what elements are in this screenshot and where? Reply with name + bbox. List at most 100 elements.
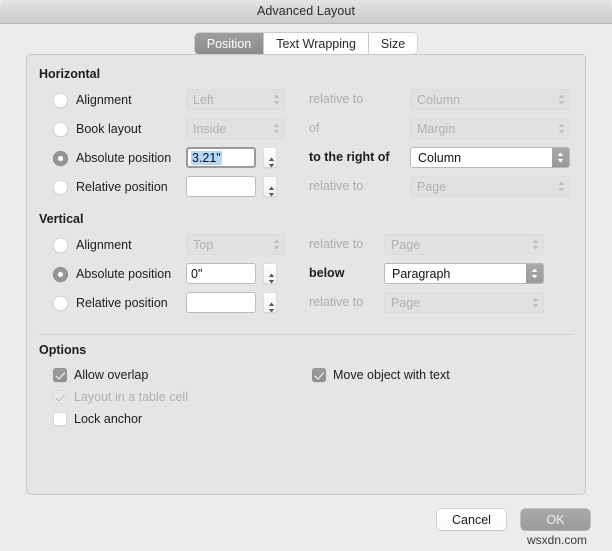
radio-horizontal-alignment-label: Alignment bbox=[76, 93, 132, 107]
horizontal-absolute-position-reference-combo[interactable]: Column bbox=[410, 147, 570, 168]
checkbox-layout-in-table-cell-label: Layout in a table cell bbox=[74, 390, 188, 404]
vertical-row-absolute-position: Absolute position bbox=[53, 263, 171, 285]
radio-vertical-relative-position[interactable] bbox=[53, 295, 68, 311]
horizontal-row-alignment: Alignment bbox=[53, 89, 132, 111]
cancel-button[interactable]: Cancel bbox=[437, 509, 506, 530]
checkbox-row-allow-overlap[interactable]: Allow overlap bbox=[53, 365, 148, 385]
horizontal-book-layout-combo-value: Inside bbox=[193, 121, 227, 136]
radio-horizontal-book-layout[interactable] bbox=[53, 121, 68, 137]
checkbox-move-object-with-text-label: Move object with text bbox=[333, 368, 450, 382]
horizontal-relative-position-reference-combo[interactable]: Page bbox=[410, 176, 570, 197]
vertical-absolute-position-reference-combo[interactable]: Paragraph bbox=[384, 263, 544, 284]
horizontal-relative-position-input[interactable] bbox=[186, 176, 256, 197]
chevron-updown-icon bbox=[553, 119, 570, 138]
vertical-alignment-relation-label: relative to bbox=[309, 237, 364, 251]
vertical-absolute-position-relation-label: below bbox=[309, 266, 345, 280]
horizontal-alignment-combo-value: Left bbox=[193, 92, 214, 107]
vertical-relative-position-relation-label: relative to bbox=[309, 295, 364, 309]
horizontal-absolute-position-relation-label: to the right of bbox=[309, 150, 390, 164]
horizontal-book-layout-reference-combo[interactable]: Margin bbox=[410, 118, 570, 139]
vertical-alignment-reference-value: Page bbox=[391, 237, 421, 252]
checkbox-row-lock-anchor[interactable]: Lock anchor bbox=[53, 409, 142, 429]
radio-horizontal-alignment[interactable] bbox=[53, 92, 68, 108]
radio-vertical-relative-position-label: Relative position bbox=[76, 296, 168, 310]
vertical-absolute-position-reference-value: Paragraph bbox=[392, 266, 451, 281]
checkbox-lock-anchor[interactable] bbox=[53, 412, 67, 426]
tab-bar: Position Text Wrapping Size bbox=[0, 33, 612, 55]
chevron-updown-icon bbox=[268, 235, 285, 254]
horizontal-alignment-reference-combo[interactable]: Column bbox=[410, 89, 570, 110]
vertical-absolute-position-input[interactable]: 0" bbox=[186, 263, 256, 284]
chevron-updown-icon bbox=[267, 156, 274, 167]
window-title: Advanced Layout bbox=[256, 4, 356, 18]
vertical-alignment-combo[interactable]: Top bbox=[186, 234, 285, 255]
chevron-updown-icon bbox=[267, 301, 274, 312]
horizontal-book-layout-reference-value: Margin bbox=[417, 121, 456, 136]
radio-horizontal-relative-position[interactable] bbox=[53, 179, 68, 195]
vertical-alignment-reference-combo[interactable]: Page bbox=[384, 234, 544, 255]
position-tab-panel: Horizontal Alignment Left relative to Co… bbox=[26, 54, 586, 495]
options-group-title: Options bbox=[39, 343, 87, 357]
horizontal-alignment-relation-label: relative to bbox=[309, 92, 364, 106]
checkbox-row-layout-in-table-cell: Layout in a table cell bbox=[53, 387, 188, 407]
tab-text-wrapping[interactable]: Text Wrapping bbox=[264, 33, 369, 54]
radio-vertical-absolute-position-label: Absolute position bbox=[76, 267, 172, 281]
chevron-updown-icon bbox=[267, 272, 274, 283]
chevron-updown-icon bbox=[527, 235, 544, 254]
vertical-relative-position-stepper[interactable] bbox=[263, 292, 277, 313]
tab-position[interactable]: Position bbox=[194, 33, 265, 54]
checkbox-row-move-object-with-text[interactable]: Move object with text bbox=[312, 365, 450, 385]
vertical-relative-position-reference-value: Page bbox=[391, 295, 421, 310]
horizontal-absolute-position-value: 3.21" bbox=[191, 150, 222, 165]
vertical-row-alignment: Alignment bbox=[53, 234, 132, 256]
horizontal-book-layout-combo[interactable]: Inside bbox=[186, 118, 285, 139]
horizontal-row-book-layout: Book layout bbox=[53, 118, 141, 140]
radio-vertical-alignment-label: Alignment bbox=[76, 238, 132, 252]
chevron-updown-icon bbox=[552, 148, 569, 167]
chevron-updown-icon bbox=[553, 177, 570, 196]
checkbox-lock-anchor-label: Lock anchor bbox=[74, 412, 143, 426]
horizontal-absolute-position-stepper[interactable] bbox=[263, 147, 277, 168]
horizontal-absolute-position-input[interactable]: 3.21" bbox=[186, 147, 256, 168]
vertical-relative-position-input[interactable] bbox=[186, 292, 256, 313]
options-divider bbox=[39, 334, 574, 335]
chevron-updown-icon bbox=[553, 90, 570, 109]
chevron-updown-icon bbox=[267, 185, 274, 196]
vertical-row-relative-position: Relative position bbox=[53, 292, 168, 314]
horizontal-row-absolute-position: Absolute position bbox=[53, 147, 171, 169]
horizontal-relative-position-stepper[interactable] bbox=[263, 176, 277, 197]
vertical-relative-position-reference-combo[interactable]: Page bbox=[384, 292, 544, 313]
vertical-absolute-position-stepper[interactable] bbox=[263, 263, 277, 284]
vertical-alignment-combo-value: Top bbox=[193, 237, 214, 252]
radio-horizontal-absolute-position-label: Absolute position bbox=[76, 151, 172, 165]
checkbox-allow-overlap[interactable] bbox=[53, 368, 67, 382]
chevron-updown-icon bbox=[268, 119, 285, 138]
horizontal-relative-position-relation-label: relative to bbox=[309, 179, 364, 193]
radio-horizontal-absolute-position[interactable] bbox=[53, 150, 68, 166]
radio-horizontal-relative-position-label: Relative position bbox=[76, 180, 168, 194]
chevron-updown-icon bbox=[268, 90, 285, 109]
radio-vertical-alignment[interactable] bbox=[53, 237, 68, 253]
tab-size[interactable]: Size bbox=[368, 33, 418, 54]
horizontal-group-title: Horizontal bbox=[39, 67, 101, 81]
horizontal-row-relative-position: Relative position bbox=[53, 176, 168, 198]
vertical-absolute-position-value: 0" bbox=[191, 266, 203, 281]
checkbox-move-object-with-text[interactable] bbox=[312, 368, 326, 382]
advanced-layout-dialog: Advanced Layout Position Text Wrapping S… bbox=[0, 0, 612, 551]
chevron-updown-icon bbox=[527, 293, 544, 312]
checkbox-allow-overlap-label: Allow overlap bbox=[74, 368, 149, 382]
title-bar: Advanced Layout bbox=[0, 0, 612, 24]
radio-horizontal-book-layout-label: Book layout bbox=[76, 122, 142, 136]
radio-vertical-absolute-position[interactable] bbox=[53, 266, 68, 282]
site-watermark: wsxdn.com bbox=[527, 533, 588, 547]
horizontal-alignment-reference-value: Column bbox=[417, 92, 461, 107]
chevron-updown-icon bbox=[526, 264, 543, 283]
horizontal-relative-position-reference-value: Page bbox=[417, 179, 447, 194]
horizontal-alignment-combo[interactable]: Left bbox=[186, 89, 285, 110]
vertical-group-title: Vertical bbox=[39, 212, 84, 226]
checkbox-layout-in-table-cell bbox=[53, 390, 67, 404]
ok-button[interactable]: OK bbox=[521, 509, 590, 530]
horizontal-absolute-position-reference-value: Column bbox=[418, 150, 462, 165]
horizontal-book-layout-relation-label: of bbox=[309, 121, 320, 135]
tab-segmented-control: Position Text Wrapping Size bbox=[194, 33, 418, 54]
